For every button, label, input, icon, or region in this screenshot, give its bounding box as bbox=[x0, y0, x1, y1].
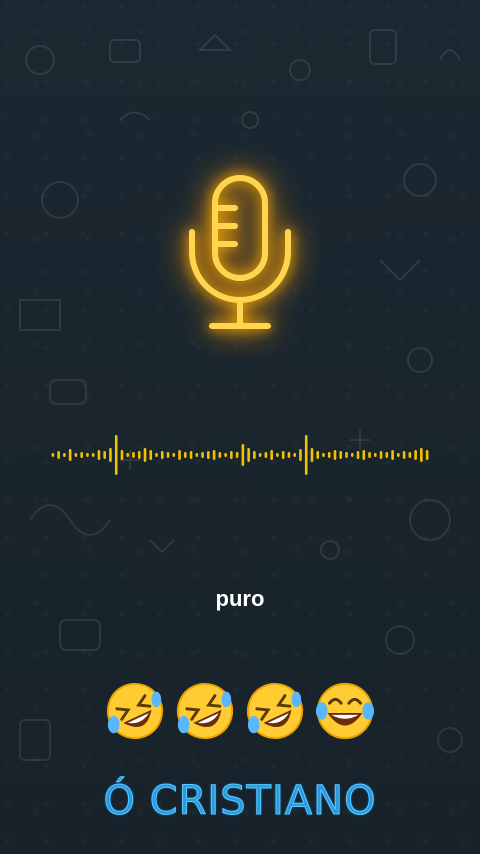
caption-text: puro bbox=[215, 586, 265, 611]
waveform-bar bbox=[160, 451, 164, 459]
waveform-bar bbox=[178, 450, 181, 460]
waveform-bar bbox=[126, 453, 130, 457]
waveform-bar bbox=[258, 453, 262, 457]
waveform-bar bbox=[345, 452, 348, 458]
waveform-bar bbox=[91, 453, 95, 457]
waveform-bar bbox=[304, 435, 308, 475]
waveform-bar bbox=[339, 451, 343, 459]
waveform-bar bbox=[207, 451, 210, 459]
waveform-bar bbox=[68, 449, 72, 461]
waveform-bar bbox=[63, 453, 66, 457]
waveform-bar bbox=[57, 451, 60, 459]
waveform-bar bbox=[172, 453, 176, 457]
waveform-bar bbox=[350, 453, 354, 457]
waveform-bar bbox=[327, 452, 331, 458]
waveform-bar bbox=[374, 453, 377, 457]
waveform-bar bbox=[299, 449, 302, 461]
waveform-bar bbox=[230, 451, 233, 459]
waveform-bar bbox=[218, 452, 222, 458]
waveform-bar bbox=[155, 453, 158, 457]
waveform-bar bbox=[201, 452, 204, 458]
waveform-bar bbox=[414, 450, 417, 460]
microphone-icon bbox=[189, 175, 291, 329]
waveform-bar bbox=[137, 451, 141, 459]
waveform-bar bbox=[212, 450, 216, 460]
waveform-bar bbox=[189, 451, 193, 459]
waveform-bar bbox=[224, 453, 227, 457]
rolling-on-floor-laughing-emoji bbox=[106, 682, 164, 740]
audio-waveform bbox=[51, 435, 429, 475]
waveform-bar bbox=[166, 452, 170, 458]
waveform-bar bbox=[184, 452, 187, 458]
waveform-bar bbox=[270, 450, 273, 460]
rolling-on-floor-laughing-emoji bbox=[246, 682, 304, 740]
waveform-bar bbox=[74, 453, 78, 457]
waveform-bar bbox=[264, 452, 268, 458]
waveform-bar bbox=[149, 450, 153, 460]
waveform-bar bbox=[143, 448, 147, 462]
waveform-bar bbox=[333, 450, 337, 460]
waveform-bar bbox=[109, 448, 112, 462]
waveform-bar bbox=[114, 435, 118, 475]
tears-of-joy-emoji bbox=[315, 682, 375, 740]
emoji-reaction-row bbox=[0, 680, 480, 748]
waveform-bar bbox=[391, 450, 394, 460]
waveform-bar bbox=[287, 452, 291, 458]
waveform-bar bbox=[356, 451, 360, 459]
waveform-bar bbox=[420, 448, 423, 462]
waveform-bar bbox=[103, 451, 106, 459]
waveform-bar bbox=[97, 450, 101, 460]
waveform-bar bbox=[397, 453, 400, 457]
waveform-bar bbox=[293, 453, 296, 457]
brand-watermark-text: Ó CRISTIANO bbox=[103, 778, 377, 825]
waveform-bar bbox=[385, 452, 389, 458]
waveform-bar bbox=[247, 448, 250, 462]
waveform-bar bbox=[281, 451, 285, 459]
waveform-bar bbox=[362, 450, 366, 460]
waveform-bar bbox=[235, 452, 239, 458]
waveform-bar bbox=[310, 448, 314, 462]
waveform-bar bbox=[241, 444, 245, 466]
waveform-bar bbox=[408, 452, 412, 458]
waveform-bar bbox=[253, 451, 256, 459]
waveform-bar bbox=[402, 451, 406, 459]
waveform-bar bbox=[379, 451, 383, 459]
waveform-bar bbox=[425, 450, 429, 460]
waveform-bar bbox=[322, 453, 325, 457]
waveform-bar bbox=[51, 453, 55, 457]
waveform-bar bbox=[368, 452, 371, 458]
waveform-bar bbox=[132, 452, 135, 458]
waveform-bar bbox=[86, 453, 89, 457]
waveform-bar bbox=[80, 452, 83, 458]
waveform-bar bbox=[276, 453, 279, 457]
rolling-on-floor-laughing-emoji bbox=[176, 682, 234, 740]
video-frame: puro Ó CRISTIANO bbox=[0, 0, 480, 854]
waveform-bar bbox=[316, 451, 320, 459]
waveform-bar bbox=[120, 450, 124, 460]
waveform-bar bbox=[195, 453, 199, 457]
